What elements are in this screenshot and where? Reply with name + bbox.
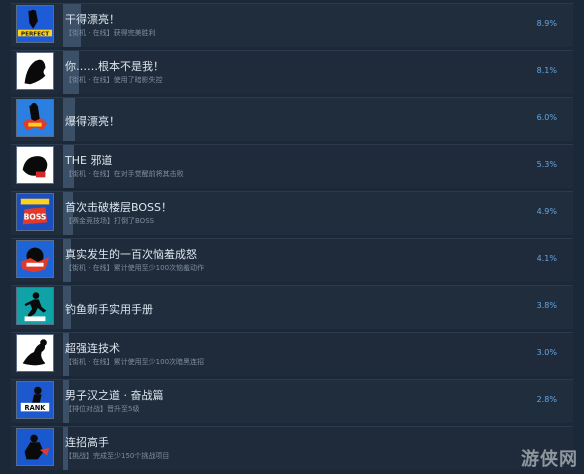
icon-label: PERFECT <box>21 31 49 37</box>
achievement-description: 【赛金竞技场】打倒了BOSS <box>65 217 155 225</box>
unlock-percent: 2.8% <box>536 395 557 404</box>
achievement-description: 【街机 · 在线】累计使用至少100次暗黑连招 <box>65 358 205 366</box>
combo-silhouette-icon <box>16 334 54 372</box>
achievement-description: 【街机 · 在线】获得完美胜利 <box>65 29 156 37</box>
achievement-title: 真实发生的一百次恼羞成怒 <box>65 248 197 261</box>
achievement-row[interactable]: 爆得漂亮！ 6.0% <box>11 97 573 141</box>
fist-icon <box>16 146 54 184</box>
achievement-row[interactable]: 钓鱼新手实用手册 3.8% <box>11 285 573 329</box>
unlock-percent: 5.3% <box>536 160 557 169</box>
achievement-description: 【街机 · 在线】在对手觉醒前将其击败 <box>65 170 184 178</box>
rage-icon <box>16 240 54 278</box>
achievement-title: 超强连技术 <box>65 342 120 355</box>
achievement-row[interactable]: PERFECT 干得漂亮！ 【街机 · 在线】获得完美胜利 8.9% <box>11 3 573 47</box>
achievement-row[interactable]: BOSS 首次击破楼层BOSS！ 【赛金竞技场】打倒了BOSS 4.9% <box>11 191 573 235</box>
achievement-title: THE 邪道 <box>65 154 113 167</box>
achievement-title: 钓鱼新手实用手册 <box>65 303 153 316</box>
achievement-description: 【排位对战】晋升至5级 <box>65 405 140 413</box>
icon-label: BOSS <box>24 213 47 222</box>
perfect-badge-icon: PERFECT <box>16 5 54 43</box>
achievement-description: 【街机 · 在线】累计使用至少100次恼羞动作 <box>65 264 205 272</box>
boss-badge-icon: BOSS <box>16 193 54 231</box>
rank-badge-icon: RANK <box>16 381 54 419</box>
unlock-percent: 8.9% <box>536 19 557 28</box>
burst-icon <box>16 99 54 137</box>
achievement-row[interactable]: 超强连技术 【街机 · 在线】累计使用至少100次暗黑连招 3.0% <box>11 332 573 376</box>
unlock-percent: 8.1% <box>536 66 557 75</box>
icon-label: RANK <box>25 404 47 412</box>
achievement-title: 男子汉之道 · 奋战篇 <box>65 389 164 402</box>
achievement-description: 【挑战】完成至少150个挑战项目 <box>65 452 170 460</box>
combo-master-icon <box>16 428 54 466</box>
unlock-percent: 3.8% <box>536 301 557 310</box>
unlock-percent: 4.9% <box>536 207 557 216</box>
achievement-row[interactable]: THE 邪道 【街机 · 在线】在对手觉醒前将其击败 5.3% <box>11 144 573 188</box>
unlock-percent: 4.1% <box>536 254 557 263</box>
unlock-percent: 6.0% <box>536 113 557 122</box>
watermark-logo: 游侠网 <box>521 449 578 470</box>
fishing-runner-icon <box>16 287 54 325</box>
achievement-title: 连招高手 <box>65 436 109 449</box>
shadow-character-icon <box>16 52 54 90</box>
achievement-row[interactable]: RANK 男子汉之道 · 奋战篇 【排位对战】晋升至5级 2.8% <box>11 379 573 423</box>
achievement-row[interactable]: 你……根本不是我！ 【街机 · 在线】使用了暗影失控 8.1% <box>11 50 573 94</box>
achievement-title: 干得漂亮！ <box>65 13 120 26</box>
achievement-title: 首次击破楼层BOSS！ <box>65 201 172 214</box>
achievement-title: 你……根本不是我！ <box>65 60 164 73</box>
unlock-percent: 3.0% <box>536 348 557 357</box>
achievement-row[interactable]: 真实发生的一百次恼羞成怒 【街机 · 在线】累计使用至少100次恼羞动作 4.1… <box>11 238 573 282</box>
achievement-title: 爆得漂亮！ <box>65 115 120 128</box>
achievement-list: PERFECT 干得漂亮！ 【街机 · 在线】获得完美胜利 8.9% 你……根本… <box>0 0 584 474</box>
achievement-description: 【街机 · 在线】使用了暗影失控 <box>65 76 163 84</box>
achievement-row[interactable]: 连招高手 【挑战】完成至少150个挑战项目 <box>11 426 573 470</box>
